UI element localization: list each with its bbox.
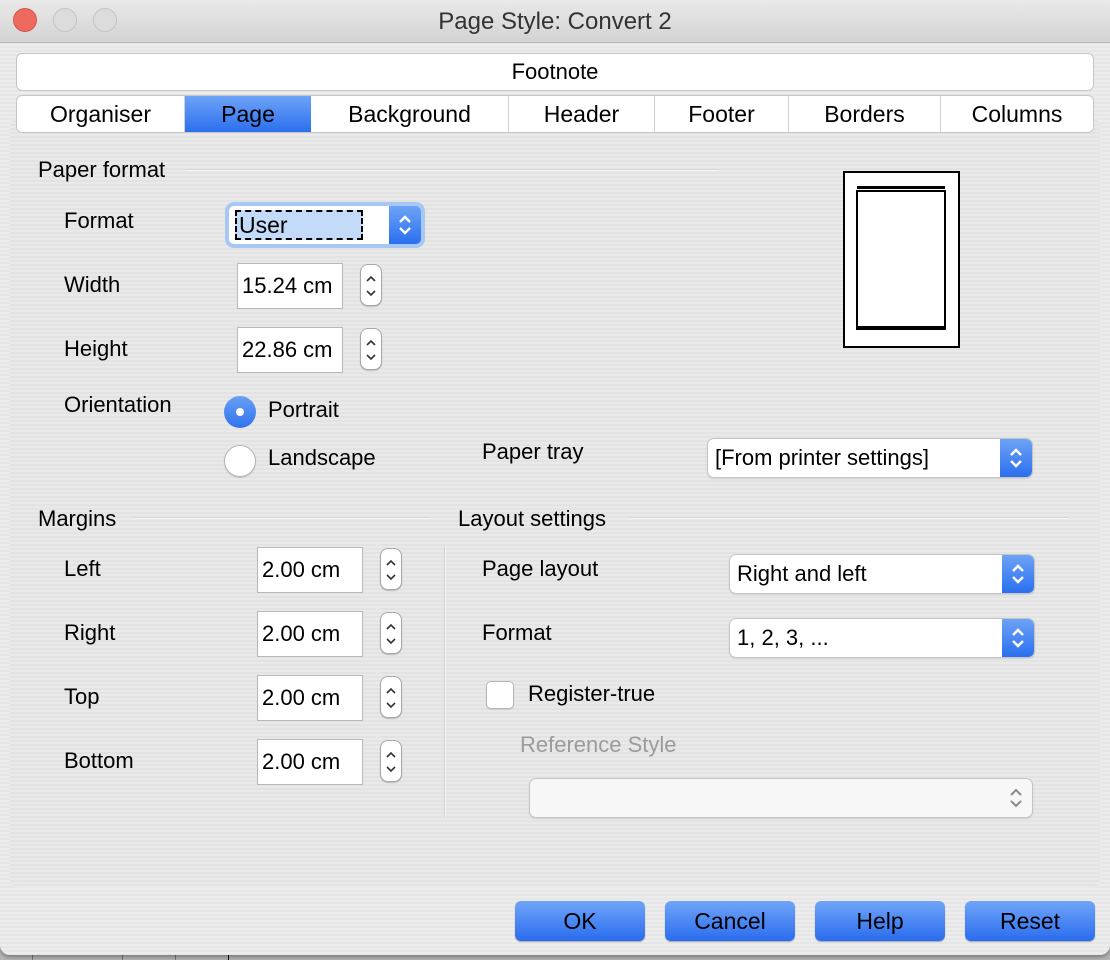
- window-title: Page Style: Convert 2: [438, 8, 672, 35]
- width-spinner[interactable]: [360, 264, 382, 306]
- tab-page[interactable]: Page: [185, 96, 311, 132]
- tab-footnote[interactable]: Footnote: [16, 53, 1094, 91]
- reference-style-arrows: [1000, 779, 1032, 817]
- height-spinner[interactable]: [360, 328, 382, 370]
- layout-settings-heading: Layout settings: [458, 506, 606, 531]
- bottom-margin-input[interactable]: 2.00 cm: [257, 739, 363, 785]
- orientation-label: Orientation: [64, 392, 172, 417]
- right-margin-label: Right: [64, 620, 116, 645]
- height-input[interactable]: 22.86 cm: [237, 327, 343, 373]
- tab-background[interactable]: Background: [311, 96, 509, 132]
- up-down-chevron-icon: [1010, 448, 1022, 468]
- register-true-checkbox[interactable]: [486, 681, 514, 709]
- paper-format-divider: [186, 169, 718, 171]
- format-select-arrows[interactable]: [389, 206, 421, 244]
- up-down-chevron-icon: [1012, 628, 1024, 648]
- page-number-format-arrows[interactable]: [1002, 619, 1034, 657]
- portrait-radio[interactable]: [224, 396, 256, 428]
- top-margin-input[interactable]: 2.00 cm: [257, 675, 363, 721]
- tab-footer[interactable]: Footer: [655, 96, 789, 132]
- up-down-chevron-icon: [386, 687, 396, 709]
- tab-header[interactable]: Header: [509, 96, 655, 132]
- portrait-label[interactable]: Portrait: [268, 397, 339, 423]
- page-number-format-select[interactable]: 1, 2, 3, ...: [730, 619, 1034, 657]
- up-down-chevron-icon: [1010, 788, 1022, 808]
- up-down-chevron-icon: [1012, 564, 1024, 584]
- page-preview-body: [856, 190, 946, 330]
- title-bar: Page Style: Convert 2: [0, 0, 1110, 43]
- page-layout-value: Right and left: [737, 561, 867, 586]
- tab-organiser[interactable]: Organiser: [17, 96, 185, 132]
- page-preview-header-line: [857, 186, 945, 189]
- page-layout-select[interactable]: Right and left: [730, 555, 1034, 593]
- page-number-format-value: 1, 2, 3, ...: [737, 625, 829, 650]
- bottom-margin-spinner[interactable]: [380, 740, 402, 782]
- page-layout-arrows[interactable]: [1002, 555, 1034, 593]
- format-label: Format: [64, 208, 134, 233]
- left-margin-input[interactable]: 2.00 cm: [257, 547, 363, 593]
- tab-borders[interactable]: Borders: [789, 96, 941, 132]
- width-input[interactable]: 15.24 cm: [237, 263, 343, 309]
- page-style-dialog: Page Style: Convert 2 Footnote Organiser…: [0, 0, 1110, 955]
- up-down-chevron-icon: [386, 751, 396, 773]
- left-margin-label: Left: [64, 556, 101, 581]
- left-margin-spinner[interactable]: [380, 548, 402, 590]
- reference-style-label: Reference Style: [520, 732, 677, 757]
- format-select-value: User: [235, 210, 363, 240]
- landscape-label[interactable]: Landscape: [268, 445, 376, 471]
- paper-tray-value: [From printer settings]: [715, 445, 929, 470]
- margins-heading: Margins: [38, 506, 117, 531]
- cancel-button[interactable]: Cancel: [665, 901, 795, 941]
- top-margin-label: Top: [64, 684, 100, 709]
- section-separator: [444, 547, 446, 817]
- top-margin-spinner[interactable]: [380, 676, 402, 718]
- right-margin-input[interactable]: 2.00 cm: [257, 611, 363, 657]
- paper-tray-arrows[interactable]: [1000, 439, 1032, 477]
- ok-button[interactable]: OK: [515, 901, 645, 941]
- up-down-chevron-icon: [386, 559, 396, 581]
- layout-settings-divider: [630, 517, 1068, 519]
- margins-divider: [134, 517, 430, 519]
- paper-format-heading: Paper format: [38, 157, 166, 182]
- tab-columns[interactable]: Columns: [941, 96, 1093, 132]
- help-button[interactable]: Help: [815, 901, 945, 941]
- bottom-margin-label: Bottom: [64, 748, 134, 773]
- width-label: Width: [64, 272, 121, 297]
- paper-tray-label: Paper tray: [482, 439, 584, 464]
- up-down-chevron-icon: [366, 275, 376, 297]
- register-true-label[interactable]: Register-true: [528, 681, 655, 707]
- right-margin-spinner[interactable]: [380, 612, 402, 654]
- page-number-format-label: Format: [482, 620, 552, 645]
- reset-button[interactable]: Reset: [965, 901, 1095, 941]
- up-down-chevron-icon: [366, 339, 376, 361]
- up-down-chevron-icon: [386, 623, 396, 645]
- height-label: Height: [64, 336, 128, 361]
- format-select[interactable]: User: [225, 202, 425, 248]
- paper-tray-select[interactable]: [From printer settings]: [708, 439, 1032, 477]
- page-layout-label: Page layout: [482, 556, 599, 581]
- reference-style-select: [530, 779, 1032, 817]
- up-down-chevron-icon: [399, 215, 411, 235]
- landscape-radio[interactable]: [224, 445, 256, 477]
- tab-bar: Organiser Page Background Header Footer …: [16, 95, 1094, 133]
